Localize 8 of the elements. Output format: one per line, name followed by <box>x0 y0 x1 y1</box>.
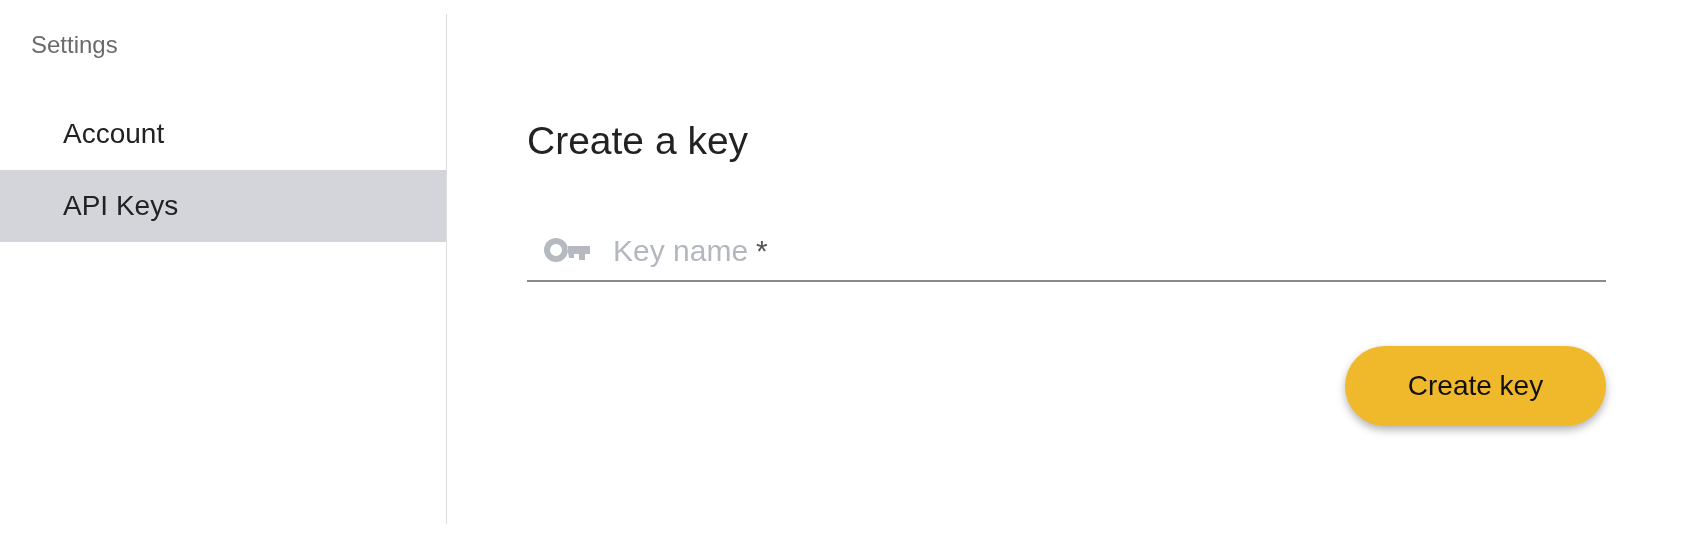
sidebar-item[interactable]: API Keys <box>0 170 446 242</box>
required-mark: * <box>756 232 768 269</box>
sidebar-title: Settings <box>30 30 118 60</box>
key-icon <box>543 237 591 263</box>
create-key-button[interactable]: Create key <box>1345 346 1606 426</box>
form-heading: Create a key <box>527 118 749 164</box>
placeholder-text: Key name <box>613 232 749 269</box>
key-name-field[interactable]: Key name * <box>527 224 1606 282</box>
